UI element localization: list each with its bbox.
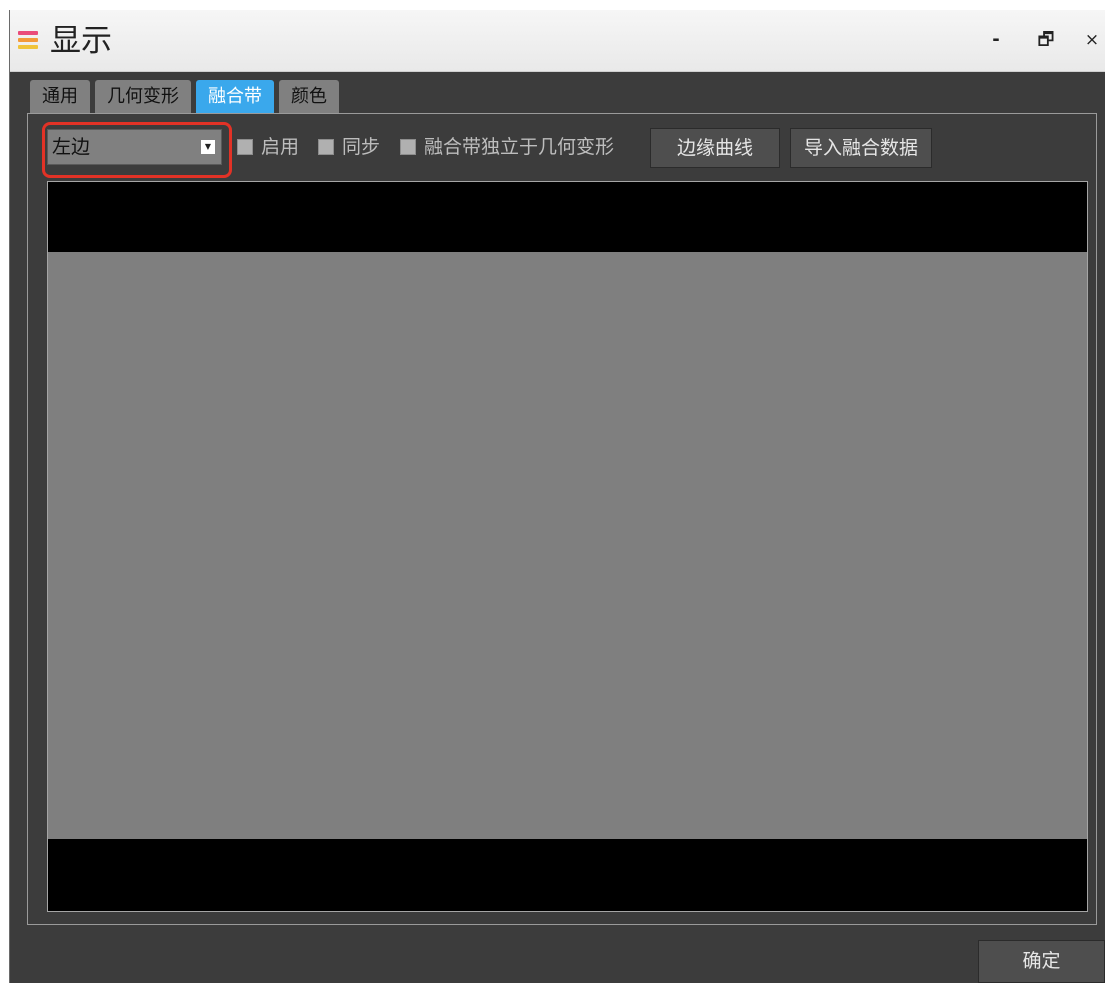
checkbox-box[interactable] [237,139,253,155]
blend-panel: 左边 ▼ 启用 同步 融合带独立于几何变形 边缘曲线 导入融合数据 [27,113,1097,925]
enable-label: 启用 [261,136,300,158]
ok-button[interactable]: 确定 [978,940,1105,983]
tab-color[interactable]: 颜色 [279,80,339,113]
checkbox-box[interactable] [400,139,416,155]
chevron-down-icon[interactable]: ▼ [201,140,215,154]
minimize-icon[interactable]: - [980,24,1012,56]
title-bar[interactable]: 显示 - 🗗 × [10,10,1105,72]
top-black-band [48,182,1087,252]
independent-checkbox[interactable]: 融合带独立于几何变形 [400,135,614,159]
sync-checkbox[interactable]: 同步 [318,135,380,159]
app-icon [18,31,38,49]
window-title: 显示 [50,23,112,59]
restore-icon[interactable]: 🗗 [1030,24,1062,56]
checkbox-box[interactable] [318,139,334,155]
bottom-black-band [48,839,1087,911]
sync-label: 同步 [342,136,381,158]
close-icon[interactable]: × [1076,24,1105,56]
import-blend-data-button[interactable]: 导入融合数据 [790,128,932,168]
independent-label: 融合带独立于几何变形 [424,136,615,158]
enable-checkbox[interactable]: 启用 [237,135,299,159]
edge-curve-button[interactable]: 边缘曲线 [650,128,780,168]
tab-general[interactable]: 通用 [30,80,90,113]
display-dialog: 显示 - 🗗 × 通用 几何变形 融合带 颜色 左边 ▼ 启用 同步 融合带独立… [9,10,1105,983]
tab-geometry[interactable]: 几何变形 [95,80,191,113]
edge-select[interactable]: 左边 ▼ [47,129,222,165]
edge-select-value: 左边 [52,136,91,158]
blend-preview-area[interactable] [47,181,1088,912]
tab-blend[interactable]: 融合带 [196,80,274,113]
tab-bar: 通用 几何变形 融合带 颜色 [30,80,339,113]
